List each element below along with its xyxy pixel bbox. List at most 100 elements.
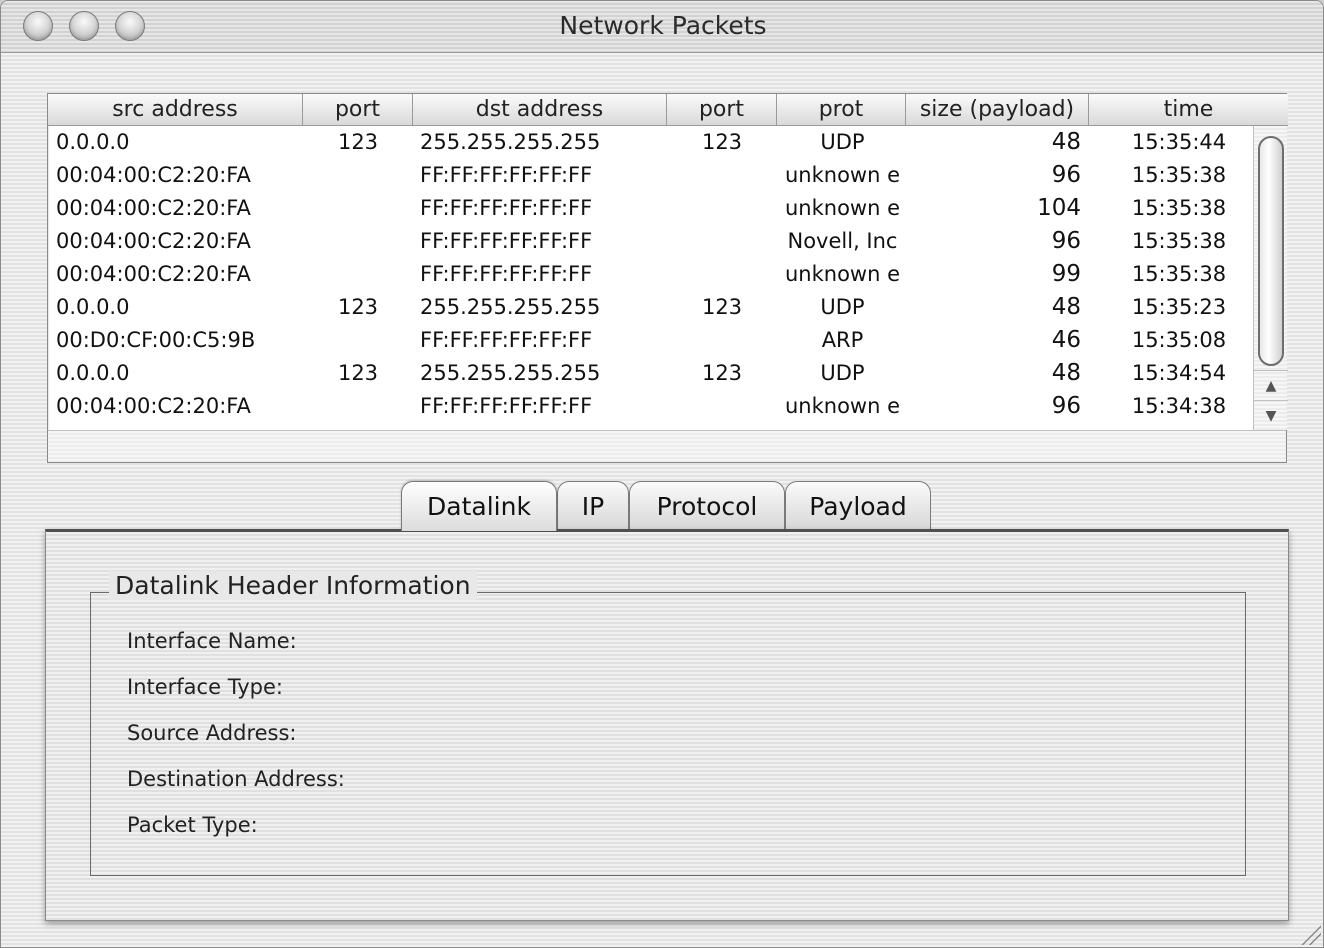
time-cell: 15:35:08 (1131, 328, 1227, 352)
prot-cell: UDP (820, 130, 865, 154)
datalink-header-group: Datalink Header Information Interface Na… (90, 571, 1246, 876)
time-cell: 15:34:38 (1131, 394, 1227, 418)
table-row[interactable]: 00:D0:CF:00:C5:9B FF:FF:FF:FF:FF:FF ARP 46 1… (48, 324, 1253, 357)
size-cell: 48 (1051, 360, 1081, 386)
time-cell: 15:35:44 (1131, 130, 1227, 154)
scroll-thumb[interactable] (1258, 136, 1284, 366)
dst-address-cell: FF:FF:FF:FF:FF:FF (420, 196, 593, 220)
time-cell: 15:35:38 (1131, 262, 1227, 286)
dst-address-cell: FF:FF:FF:FF:FF:FF (420, 328, 593, 352)
dst-address-cell: FF:FF:FF:FF:FF:FF (420, 262, 593, 286)
dst-port-cell (667, 258, 777, 291)
time-cell: 15:34:54 (1131, 361, 1227, 385)
column-header-size[interactable]: size (payload) (906, 94, 1089, 126)
time-cell: 15:35:38 (1131, 196, 1227, 220)
size-cell: 96 (1051, 393, 1081, 419)
src-port-cell (303, 258, 413, 291)
time-cell: 15:35:38 (1131, 163, 1227, 187)
arrow-up-icon[interactable]: ▲ (1254, 370, 1288, 400)
prot-cell: ARP (821, 328, 864, 352)
resize-grip-icon[interactable] (1299, 923, 1321, 945)
size-cell: 46 (1051, 327, 1081, 353)
title-bar[interactable]: Network Packets (1, 1, 1323, 53)
packet-type-label: Packet Type: (127, 813, 258, 837)
column-header-dst-address[interactable]: dst address (413, 94, 667, 126)
prot-cell: unknown e (784, 262, 901, 286)
src-port-cell: 123 (337, 130, 379, 154)
dst-port-cell (667, 390, 777, 423)
prot-cell: UDP (820, 295, 865, 319)
table-row[interactable]: 0.0.0.0 123 255.255.255.255 123 UDP 48 15:35:2… (48, 291, 1253, 324)
time-cell: 15:35:23 (1131, 295, 1227, 319)
src-address-cell: 00:04:00:C2:20:FA (56, 229, 251, 253)
interface-type-label: Interface Type: (127, 675, 284, 699)
size-cell: 99 (1051, 261, 1081, 287)
table-row[interactable]: 00:04:00:C2:20:FA FF:FF:FF:FF:FF:FF unknow… (48, 159, 1253, 192)
dst-address-cell: FF:FF:FF:FF:FF:FF (420, 163, 593, 187)
vertical-scrollbar[interactable]: ▲ ▼ (1253, 126, 1288, 430)
src-address-cell: 00:04:00:C2:20:FA (56, 163, 251, 187)
column-header-src-address[interactable]: src address (48, 94, 303, 126)
size-cell: 96 (1051, 162, 1081, 188)
group-title: Datalink Header Information (109, 571, 477, 600)
src-port-cell: 123 (337, 361, 379, 385)
window-title: Network Packets (559, 11, 767, 40)
time-cell: 15:35:38 (1131, 229, 1227, 253)
prot-cell: Novell, Inc (787, 229, 898, 253)
dst-port-cell: 123 (701, 130, 743, 154)
src-address-cell: 00:04:00:C2:20:FA (56, 262, 251, 286)
size-cell: 48 (1051, 129, 1081, 155)
arrow-down-icon[interactable]: ▼ (1254, 400, 1288, 430)
table-row[interactable]: 0.0.0.0 123 255.255.255.255 123 UDP 48 15:35:4… (48, 126, 1253, 159)
src-address-cell: 0.0.0.0 (56, 130, 130, 154)
table-row[interactable]: 00:04:00:C2:20:FA FF:FF:FF:FF:FF:FF unknow… (48, 390, 1253, 423)
src-port-cell (303, 192, 413, 225)
dst-port-cell: 123 (701, 295, 743, 319)
src-port-cell (303, 324, 413, 357)
tab-payload[interactable]: Payload (785, 481, 931, 531)
dst-address-cell: FF:FF:FF:FF:FF:FF (420, 394, 593, 418)
dst-port-cell (667, 225, 777, 258)
dst-address-cell: 255.255.255.255 (420, 130, 601, 154)
dst-port-cell: 123 (701, 361, 743, 385)
src-address-cell: 00:D0:CF:00:C5:9B (56, 328, 256, 352)
dst-port-cell (667, 192, 777, 225)
table-row[interactable]: 00:04:00:C2:20:FA FF:FF:FF:FF:FF:FF Novell… (48, 225, 1253, 258)
tab-protocol[interactable]: Protocol (629, 481, 785, 531)
size-cell: 96 (1051, 228, 1081, 254)
column-header-src-port[interactable]: port (303, 94, 413, 126)
source-address-label: Source Address: (127, 721, 297, 745)
src-port-cell (303, 225, 413, 258)
table-row[interactable]: 00:04:00:C2:20:FA FF:FF:FF:FF:FF:FF unknow… (48, 192, 1253, 225)
table-row[interactable]: 0.0.0.0 123 255.255.255.255 123 UDP 48 15:34:5… (48, 357, 1253, 390)
src-address-cell: 00:04:00:C2:20:FA (56, 394, 251, 418)
column-header-dst-port[interactable]: port (667, 94, 777, 126)
packet-table: src address port dst address port prot s… (47, 93, 1288, 463)
dst-address-cell: 255.255.255.255 (420, 361, 601, 385)
src-port-cell: 123 (337, 295, 379, 319)
network-packets-window: Network Packets src address port dst add… (0, 0, 1324, 948)
table-body: 0.0.0.0 123 255.255.255.255 123 UDP 48 15:35:4… (48, 126, 1253, 430)
tab-ip[interactable]: IP (557, 481, 629, 531)
prot-cell: unknown e (784, 196, 901, 220)
src-address-cell: 00:04:00:C2:20:FA (56, 196, 251, 220)
horizontal-scrollbar[interactable] (48, 430, 1286, 462)
tab-datalink[interactable]: Datalink (401, 481, 557, 531)
prot-cell: UDP (820, 361, 865, 385)
src-port-cell (303, 159, 413, 192)
interface-name-label: Interface Name: (127, 629, 297, 653)
dst-address-cell: FF:FF:FF:FF:FF:FF (420, 229, 593, 253)
destination-address-label: Destination Address: (127, 767, 345, 791)
column-header-prot[interactable]: prot (777, 94, 906, 126)
src-port-cell (303, 390, 413, 423)
src-address-cell: 0.0.0.0 (56, 295, 130, 319)
datalink-tab-panel: Datalink Header Information Interface Na… (45, 529, 1289, 921)
dst-port-cell (667, 324, 777, 357)
src-address-cell: 0.0.0.0 (56, 361, 130, 385)
prot-cell: unknown e (784, 163, 901, 187)
dst-address-cell: 255.255.255.255 (420, 295, 601, 319)
prot-cell: unknown e (784, 394, 901, 418)
table-row[interactable]: 00:04:00:C2:20:FA FF:FF:FF:FF:FF:FF unknow… (48, 258, 1253, 291)
size-cell: 48 (1051, 294, 1081, 320)
column-header-time[interactable]: time (1089, 94, 1288, 126)
